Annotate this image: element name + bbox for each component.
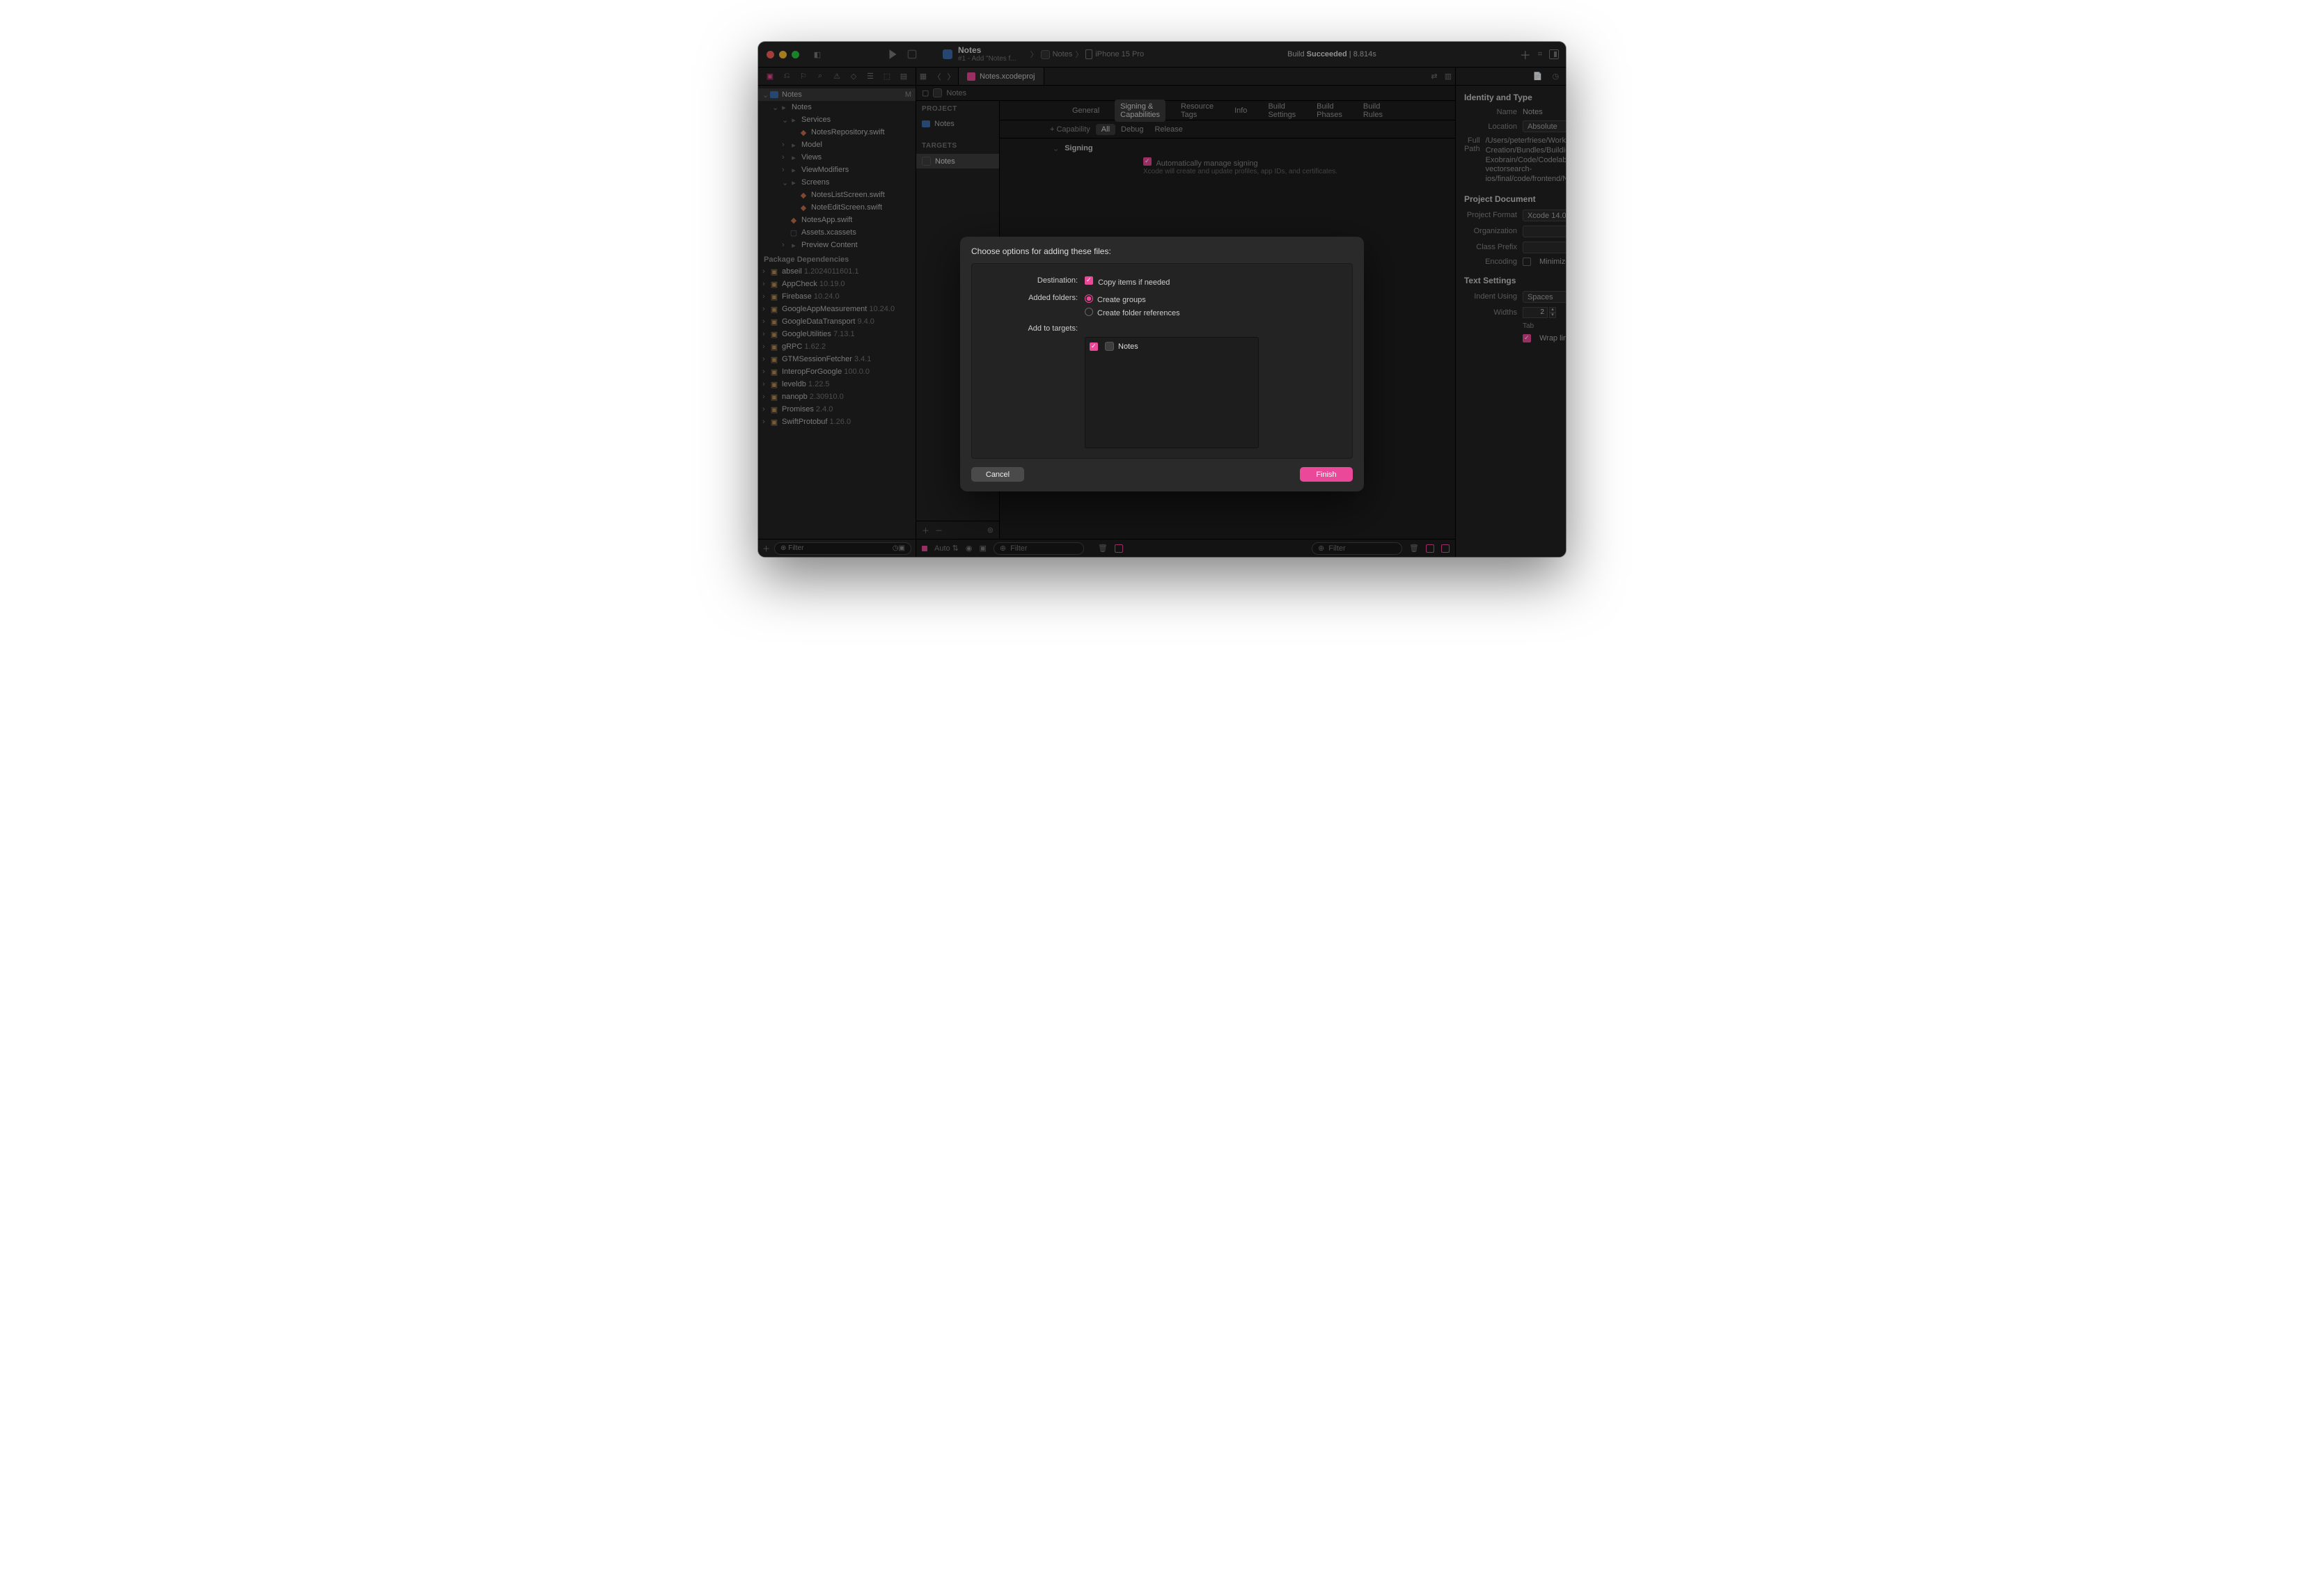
create-folder-refs-label: Create folder references [1097, 309, 1180, 317]
create-groups-radio[interactable] [1085, 294, 1093, 303]
xcode-window: ◧ Notes #1 - Add "Notes f... 〉 Notes 〉 i… [758, 42, 1566, 557]
cancel-button[interactable]: Cancel [971, 467, 1024, 482]
dialog-options: Destination: Copy items if needed Added … [971, 263, 1353, 459]
copy-items-label: Copy items if needed [1098, 278, 1170, 287]
targets-label: Add to targets: [984, 324, 1078, 333]
target-checkbox[interactable] [1090, 342, 1098, 351]
app-icon [1105, 342, 1114, 351]
targets-list[interactable]: Notes [1085, 337, 1259, 448]
dialog-title: Choose options for adding these files: [971, 246, 1353, 256]
target-name: Notes [1118, 342, 1138, 351]
create-folder-refs-radio[interactable] [1085, 308, 1093, 316]
dialog-buttons: Cancel Finish [971, 467, 1353, 482]
add-files-dialog: Choose options for adding these files: D… [960, 237, 1364, 491]
finish-button[interactable]: Finish [1300, 467, 1353, 482]
target-row[interactable]: Notes [1090, 342, 1254, 351]
copy-items-checkbox[interactable] [1085, 276, 1093, 285]
destination-label: Destination: [984, 276, 1078, 285]
create-groups-label: Create groups [1097, 296, 1146, 304]
folders-label: Added folders: [984, 294, 1078, 302]
